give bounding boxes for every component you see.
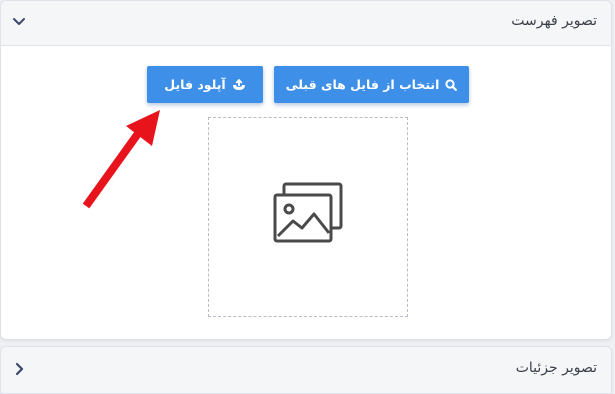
image-drop-area[interactable]: [208, 117, 408, 317]
upload-file-label: آپلود فایل: [164, 77, 226, 92]
featured-image-panel-title: تصویر فهرست: [511, 13, 597, 29]
upload-icon: [232, 78, 246, 91]
select-previous-files-button[interactable]: انتخاب از فایل های قبلی: [274, 66, 469, 103]
featured-image-panel-header[interactable]: تصویر فهرست: [1, 1, 611, 46]
select-previous-files-label: انتخاب از فایل های قبلی: [285, 77, 440, 92]
chevron-down-icon[interactable]: [11, 13, 27, 29]
details-image-panel-title: تصویر جزئیات: [515, 360, 597, 376]
page: تصویر فهرست انتخاب از فایل های قبلی آپلو…: [0, 0, 615, 394]
details-image-panel: تصویر جزئیات: [0, 346, 612, 394]
upload-file-button[interactable]: آپلود فایل: [147, 66, 263, 103]
chevron-left-icon[interactable]: [11, 361, 27, 377]
featured-image-panel: تصویر فهرست انتخاب از فایل های قبلی آپلو…: [0, 0, 612, 340]
details-image-panel-header[interactable]: تصویر جزئیات: [1, 347, 611, 393]
image-gallery-icon: [273, 182, 343, 243]
search-icon: [445, 78, 458, 91]
